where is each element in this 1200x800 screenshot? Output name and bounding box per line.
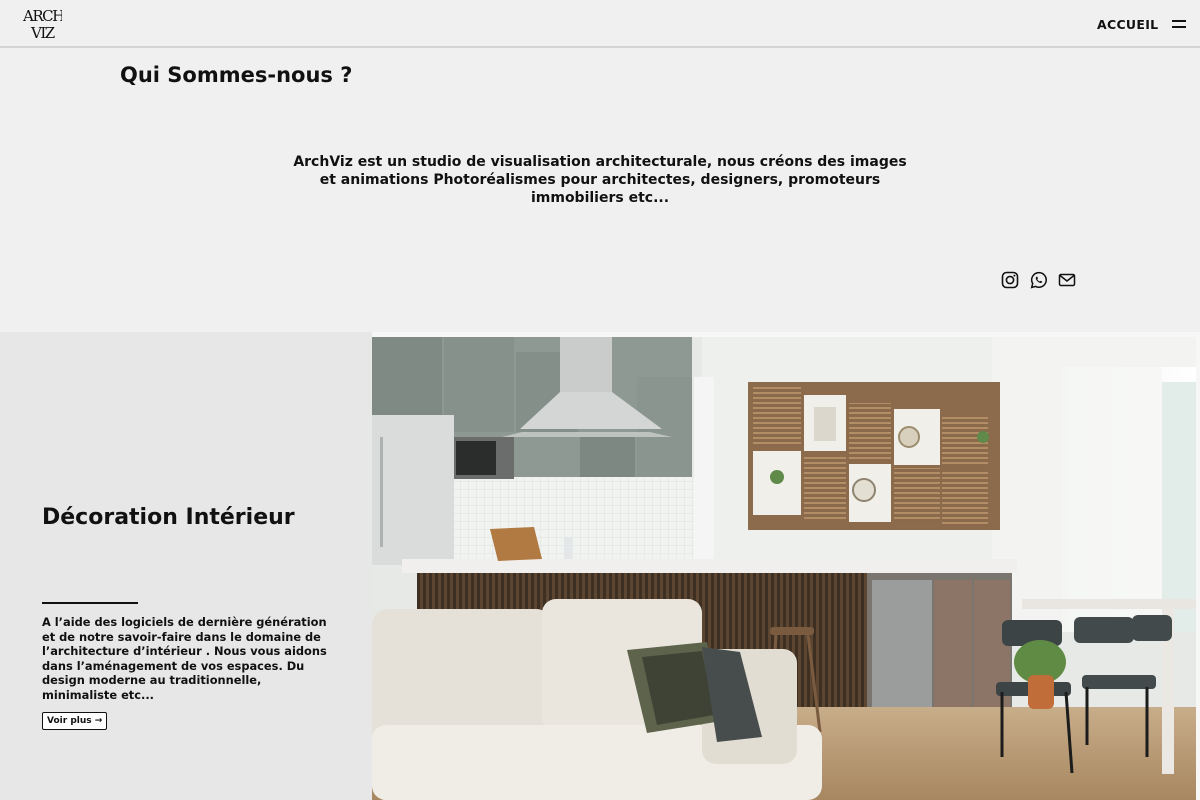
mail-icon[interactable]: [1058, 271, 1076, 289]
nav-link-accueil[interactable]: ACCUEIL: [1097, 17, 1158, 32]
about-description-line: immobiliers etc...: [530, 190, 670, 206]
svg-text:VIZ: VIZ: [30, 24, 55, 41]
about-title: Qui Sommes-nous ?: [120, 63, 353, 87]
services-description-line: A l’aide des logiciels de dernière génér…: [42, 615, 327, 629]
instagram-icon[interactable]: [1001, 271, 1019, 289]
top-navigation-bar: ARCH VIZ ACCUEIL: [0, 0, 1200, 48]
hamburger-icon[interactable]: [1172, 20, 1186, 28]
services-description-line: minimaliste etc...: [42, 687, 154, 702]
interior-render-image: [372, 337, 1196, 800]
services-description: A l’aide des logiciels de dernière génér…: [42, 615, 332, 702]
about-description-line: ArchViz est un studio de visualisation a…: [293, 154, 907, 170]
about-description: ArchViz est un studio de visualisation a…: [290, 153, 910, 207]
svg-text:ARCH: ARCH: [22, 7, 62, 25]
services-description-line: et de notre savoir-faire dans le domaine…: [42, 629, 321, 644]
services-title: Décoration Intérieur: [42, 505, 295, 530]
title-divider: [42, 602, 138, 604]
voir-plus-button[interactable]: Voir plus →: [42, 712, 108, 730]
about-description-line: et animations Photoréalismes pour archit…: [319, 172, 881, 188]
services-description-line: design moderne au traditionnelle,: [42, 673, 262, 687]
archviz-logo[interactable]: ARCH VIZ: [22, 7, 67, 42]
whatsapp-icon[interactable]: [1030, 271, 1048, 289]
services-description-line: dans l’aménagement de vos espaces. Du: [42, 658, 305, 673]
services-description-line: l’architecture d’intérieur . Nous vous a…: [42, 644, 327, 658]
